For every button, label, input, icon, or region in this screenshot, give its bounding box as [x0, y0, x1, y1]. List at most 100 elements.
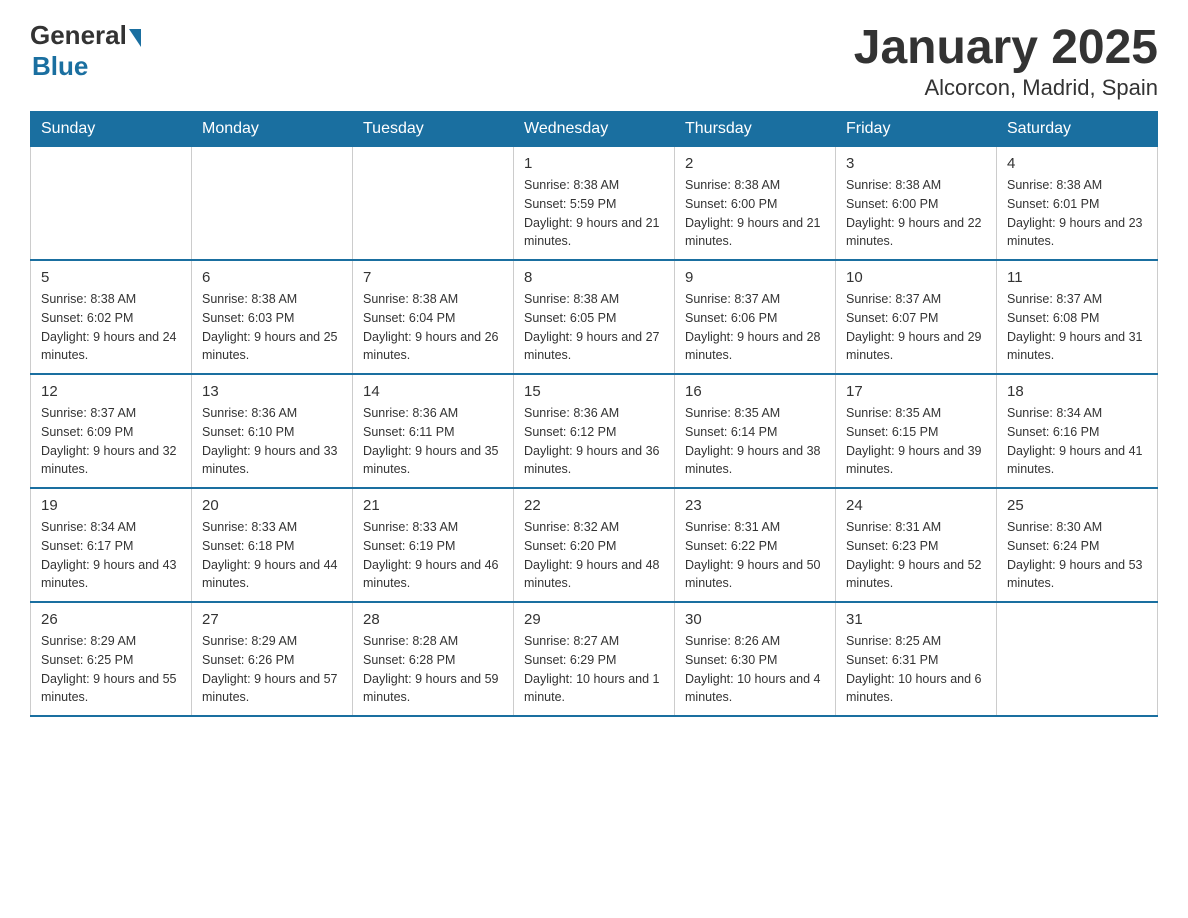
calendar-cell: 3 Sunrise: 8:38 AM Sunset: 6:00 PM Daylig… [836, 147, 997, 261]
day-info: Sunrise: 8:37 AM Sunset: 6:09 PM Dayligh… [41, 404, 181, 479]
calendar-cell: 28Sunrise: 8:28 AM Sunset: 6:28 PM Dayli… [353, 602, 514, 716]
day-info: Sunrise: 8:35 AM Sunset: 6:15 PM Dayligh… [846, 404, 986, 479]
day-info: Sunrise: 8:29 AM Sunset: 6:25 PM Dayligh… [41, 632, 181, 707]
day-info: Sunrise: 8:38 AM Sunset: 6:05 PM Dayligh… [524, 290, 664, 365]
calendar-cell: 21 Sunrise: 8:33 AM Sunset: 6:19 PM Dayli… [353, 488, 514, 602]
day-info: Sunrise: 8:26 AM Sunset: 6:30 PM Dayligh… [685, 632, 825, 707]
day-number: 14 [363, 383, 503, 400]
day-number: 30 [685, 611, 825, 628]
calendar-table: SundayMondayTuesdayWednesdayThursdayFrid… [30, 111, 1158, 717]
day-info: Sunrise: 8:36 AM Sunset: 6:10 PM Dayligh… [202, 404, 342, 479]
logo-blue-text: Blue [32, 51, 88, 82]
day-number: 6 [202, 269, 342, 286]
calendar-cell: 6 Sunrise: 8:38 AM Sunset: 6:03 PM Daylig… [192, 260, 353, 374]
day-info: Sunrise: 8:38 AM Sunset: 6:03 PM Dayligh… [202, 290, 342, 365]
header-saturday: Saturday [997, 112, 1158, 147]
day-info: Sunrise: 8:29 AM Sunset: 6:26 PM Dayligh… [202, 632, 342, 707]
day-number: 7 [363, 269, 503, 286]
day-info: Sunrise: 8:38 AM Sunset: 6:04 PM Dayligh… [363, 290, 503, 365]
week-row-4: 19Sunrise: 8:34 AM Sunset: 6:17 PM Dayli… [31, 488, 1158, 602]
calendar-cell: 17 Sunrise: 8:35 AM Sunset: 6:15 PM Dayli… [836, 374, 997, 488]
calendar-cell [192, 147, 353, 261]
calendar-subtitle: Alcorcon, Madrid, Spain [854, 75, 1158, 101]
day-info: Sunrise: 8:37 AM Sunset: 6:08 PM Dayligh… [1007, 290, 1147, 365]
calendar-cell: 2 Sunrise: 8:38 AM Sunset: 6:00 PM Daylig… [675, 147, 836, 261]
header-monday: Monday [192, 112, 353, 147]
day-info: Sunrise: 8:25 AM Sunset: 6:31 PM Dayligh… [846, 632, 986, 707]
calendar-cell: 15 Sunrise: 8:36 AM Sunset: 6:12 PM Dayli… [514, 374, 675, 488]
week-row-5: 26 Sunrise: 8:29 AM Sunset: 6:25 PM Dayli… [31, 602, 1158, 716]
day-number: 19 [41, 497, 181, 514]
calendar-cell: 26 Sunrise: 8:29 AM Sunset: 6:25 PM Dayli… [31, 602, 192, 716]
day-info: Sunrise: 8:27 AM Sunset: 6:29 PM Dayligh… [524, 632, 664, 707]
calendar-cell: 23Sunrise: 8:31 AM Sunset: 6:22 PM Dayli… [675, 488, 836, 602]
day-info: Sunrise: 8:38 AM Sunset: 5:59 PM Dayligh… [524, 176, 664, 251]
week-row-1: 1 Sunrise: 8:38 AM Sunset: 5:59 PM Daylig… [31, 147, 1158, 261]
day-number: 2 [685, 155, 825, 172]
calendar-cell: 27 Sunrise: 8:29 AM Sunset: 6:26 PM Dayli… [192, 602, 353, 716]
calendar-cell: 9 Sunrise: 8:37 AM Sunset: 6:06 PM Daylig… [675, 260, 836, 374]
calendar-cell: 14 Sunrise: 8:36 AM Sunset: 6:11 PM Dayli… [353, 374, 514, 488]
day-number: 15 [524, 383, 664, 400]
calendar-cell: 12 Sunrise: 8:37 AM Sunset: 6:09 PM Dayli… [31, 374, 192, 488]
day-info: Sunrise: 8:38 AM Sunset: 6:00 PM Dayligh… [685, 176, 825, 251]
day-number: 18 [1007, 383, 1147, 400]
day-number: 9 [685, 269, 825, 286]
day-number: 23 [685, 497, 825, 514]
day-number: 17 [846, 383, 986, 400]
day-info: Sunrise: 8:35 AM Sunset: 6:14 PM Dayligh… [685, 404, 825, 479]
title-block: January 2025 Alcorcon, Madrid, Spain [854, 20, 1158, 101]
day-number: 5 [41, 269, 181, 286]
calendar-cell: 8 Sunrise: 8:38 AM Sunset: 6:05 PM Daylig… [514, 260, 675, 374]
calendar-cell: 29 Sunrise: 8:27 AM Sunset: 6:29 PM Dayli… [514, 602, 675, 716]
calendar-title: January 2025 [854, 20, 1158, 75]
day-number: 13 [202, 383, 342, 400]
day-info: Sunrise: 8:36 AM Sunset: 6:11 PM Dayligh… [363, 404, 503, 479]
calendar-cell: 20Sunrise: 8:33 AM Sunset: 6:18 PM Dayli… [192, 488, 353, 602]
day-number: 20 [202, 497, 342, 514]
day-info: Sunrise: 8:38 AM Sunset: 6:00 PM Dayligh… [846, 176, 986, 251]
day-info: Sunrise: 8:37 AM Sunset: 6:06 PM Dayligh… [685, 290, 825, 365]
day-number: 12 [41, 383, 181, 400]
day-info: Sunrise: 8:36 AM Sunset: 6:12 PM Dayligh… [524, 404, 664, 479]
header-sunday: Sunday [31, 112, 192, 147]
day-info: Sunrise: 8:32 AM Sunset: 6:20 PM Dayligh… [524, 518, 664, 593]
day-info: Sunrise: 8:30 AM Sunset: 6:24 PM Dayligh… [1007, 518, 1147, 593]
calendar-cell: 25 Sunrise: 8:30 AM Sunset: 6:24 PM Dayli… [997, 488, 1158, 602]
calendar-cell: 24Sunrise: 8:31 AM Sunset: 6:23 PM Dayli… [836, 488, 997, 602]
day-number: 3 [846, 155, 986, 172]
day-number: 25 [1007, 497, 1147, 514]
logo-general-text: General [30, 20, 127, 51]
calendar-cell: 13 Sunrise: 8:36 AM Sunset: 6:10 PM Dayli… [192, 374, 353, 488]
header-tuesday: Tuesday [353, 112, 514, 147]
calendar-cell [353, 147, 514, 261]
day-number: 26 [41, 611, 181, 628]
calendar-cell: 7 Sunrise: 8:38 AM Sunset: 6:04 PM Daylig… [353, 260, 514, 374]
day-info: Sunrise: 8:31 AM Sunset: 6:23 PM Dayligh… [846, 518, 986, 593]
day-info: Sunrise: 8:28 AM Sunset: 6:28 PM Dayligh… [363, 632, 503, 707]
day-number: 16 [685, 383, 825, 400]
day-number: 29 [524, 611, 664, 628]
week-row-3: 12 Sunrise: 8:37 AM Sunset: 6:09 PM Dayli… [31, 374, 1158, 488]
logo-arrow-icon [129, 29, 141, 47]
calendar-header-row: SundayMondayTuesdayWednesdayThursdayFrid… [31, 112, 1158, 147]
day-info: Sunrise: 8:33 AM Sunset: 6:19 PM Dayligh… [363, 518, 503, 593]
calendar-cell: 1 Sunrise: 8:38 AM Sunset: 5:59 PM Daylig… [514, 147, 675, 261]
header-thursday: Thursday [675, 112, 836, 147]
day-number: 31 [846, 611, 986, 628]
header-wednesday: Wednesday [514, 112, 675, 147]
day-number: 27 [202, 611, 342, 628]
calendar-cell: 22 Sunrise: 8:32 AM Sunset: 6:20 PM Dayli… [514, 488, 675, 602]
day-number: 21 [363, 497, 503, 514]
day-number: 22 [524, 497, 664, 514]
calendar-cell: 11Sunrise: 8:37 AM Sunset: 6:08 PM Dayli… [997, 260, 1158, 374]
calendar-cell: 16 Sunrise: 8:35 AM Sunset: 6:14 PM Dayli… [675, 374, 836, 488]
day-number: 8 [524, 269, 664, 286]
calendar-cell [31, 147, 192, 261]
calendar-cell: 10Sunrise: 8:37 AM Sunset: 6:07 PM Dayli… [836, 260, 997, 374]
week-row-2: 5Sunrise: 8:38 AM Sunset: 6:02 PM Daylig… [31, 260, 1158, 374]
day-info: Sunrise: 8:38 AM Sunset: 6:01 PM Dayligh… [1007, 176, 1147, 251]
day-number: 1 [524, 155, 664, 172]
header-friday: Friday [836, 112, 997, 147]
calendar-cell: 19Sunrise: 8:34 AM Sunset: 6:17 PM Dayli… [31, 488, 192, 602]
